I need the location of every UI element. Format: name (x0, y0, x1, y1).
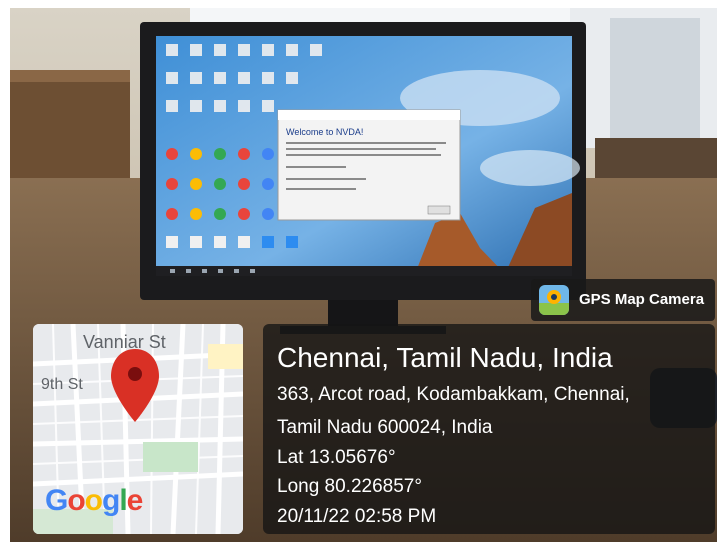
map-street-label: 9th St (41, 376, 83, 393)
map-thumbnail: Vanniar St 9th St Google (33, 324, 243, 534)
google-logo-letter: G (45, 484, 68, 517)
gps-map-camera-label: GPS Map Camera (579, 291, 705, 308)
google-logo-letter: g (102, 484, 120, 517)
datetime-text: 20/11/22 02:58 PM (277, 506, 437, 527)
google-logo-letter: o (84, 484, 103, 517)
latitude-text: Lat 13.05676° (277, 447, 396, 468)
google-logo-letter: e (126, 484, 144, 517)
gps-map-camera-badge: GPS Map Camera (531, 279, 715, 321)
google-logo: Google (45, 484, 144, 518)
location-title: Chennai, Tamil Nadu, India (277, 342, 613, 373)
address-line-2: Tamil Nadu 600024, India (277, 417, 493, 438)
map-street-label: Vanniar St (83, 332, 166, 352)
gps-map-camera-icon (539, 285, 569, 315)
nvda-dialog-title: Welcome to NVDA! (286, 127, 363, 137)
photo-frame: Welcome to NVDA! GPS Map Camera Vanniar … (10, 8, 717, 542)
longitude-text: Long 80.226857° (277, 476, 422, 497)
address-line-1: 363, Arcot road, Kodambakkam, Chennai, (277, 384, 630, 405)
location-info-panel: Chennai, Tamil Nadu, India 363, Arcot ro… (263, 324, 715, 534)
google-logo-letter: l (119, 484, 127, 517)
google-logo-letter: o (67, 484, 85, 517)
